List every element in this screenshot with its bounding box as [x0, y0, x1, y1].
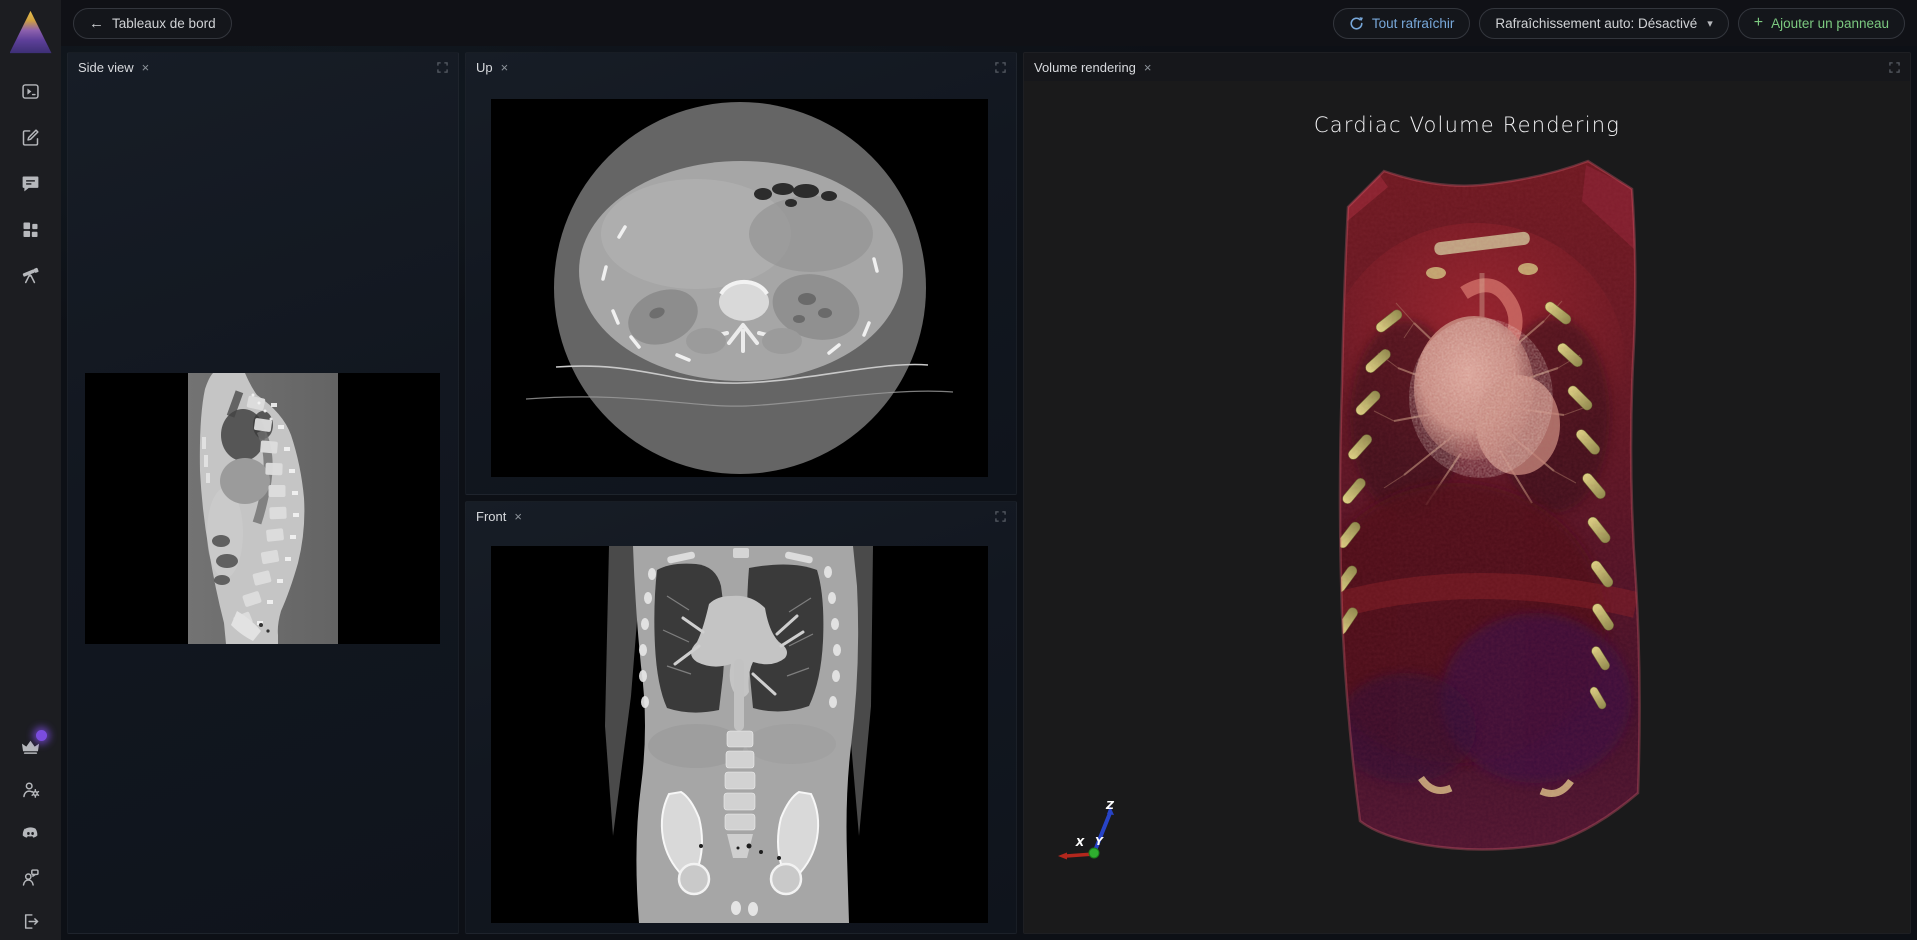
- sagittal-ct-image: [85, 373, 440, 644]
- panel-side-view-title[interactable]: Side view: [78, 60, 134, 75]
- panel-up-close-icon[interactable]: ×: [501, 61, 509, 74]
- user-settings-icon[interactable]: [20, 778, 42, 800]
- back-to-dashboards-button[interactable]: ← Tableaux de bord: [73, 8, 232, 39]
- add-panel-label: Ajouter un panneau: [1771, 16, 1889, 31]
- chevron-down-icon: ▾: [1707, 17, 1713, 30]
- sidebar-nav-top: [20, 80, 42, 286]
- orientation-axes-gizmo[interactable]: Z X Y: [1053, 796, 1123, 866]
- explore-telescope-icon[interactable]: [20, 264, 42, 286]
- refresh-all-label: Tout rafraîchir: [1372, 16, 1455, 31]
- axis-y-label: Y: [1095, 835, 1104, 848]
- up-viewport[interactable]: [491, 99, 988, 477]
- panel-volume-header: Volume rendering ×: [1024, 53, 1910, 81]
- panel-up-resize-icon[interactable]: [995, 62, 1006, 73]
- sidebar-nav-bottom: [0, 734, 61, 932]
- sidebar: [0, 0, 61, 940]
- medical-dashboard-app: ← Tableaux de bord Tout rafraîchir Rafra…: [0, 0, 1917, 940]
- add-panel-button[interactable]: + Ajouter un panneau: [1738, 8, 1905, 39]
- volume-rendering-image: [1286, 153, 1666, 853]
- volume-3d-viewport[interactable]: Cardiac Volume Rendering: [1024, 81, 1910, 933]
- support-chat-icon[interactable]: [20, 866, 42, 888]
- scene-title: Cardiac Volume Rendering: [1024, 113, 1910, 137]
- edit-icon[interactable]: [20, 126, 42, 148]
- dashboard-grid: Side view ×: [61, 46, 1917, 940]
- panel-volume-title[interactable]: Volume rendering: [1034, 60, 1136, 75]
- topbar: ← Tableaux de bord Tout rafraîchir Rafra…: [61, 0, 1917, 46]
- plus-icon: +: [1754, 15, 1763, 31]
- coronal-ct-image: [491, 546, 988, 923]
- axis-z-label: Z: [1105, 799, 1115, 812]
- auto-refresh-dropdown[interactable]: Rafraîchissement auto: Désactivé ▾: [1479, 8, 1728, 39]
- panel-side-view-header: Side view ×: [68, 53, 458, 81]
- middle-column: Up ×: [465, 52, 1017, 934]
- panel-up-header: Up ×: [466, 53, 1016, 81]
- panel-front-header: Front ×: [466, 502, 1016, 530]
- panel-up-title[interactable]: Up: [476, 60, 493, 75]
- crown-icon[interactable]: [20, 734, 42, 756]
- media-panel-icon[interactable]: [20, 80, 42, 102]
- panel-front: Front ×: [465, 501, 1017, 934]
- panel-side-view: Side view ×: [67, 52, 459, 934]
- panel-front-close-icon[interactable]: ×: [514, 510, 522, 523]
- back-button-label: Tableaux de bord: [112, 16, 216, 31]
- auto-refresh-label: Rafraîchissement auto: Désactivé: [1495, 16, 1697, 31]
- panel-front-title[interactable]: Front: [476, 509, 506, 524]
- axis-x-label: X: [1075, 836, 1085, 849]
- topbar-actions: Tout rafraîchir Rafraîchissement auto: D…: [1333, 8, 1905, 39]
- logout-icon[interactable]: [20, 910, 42, 932]
- arrow-left-icon: ←: [89, 16, 104, 31]
- panel-side-view-resize-icon[interactable]: [437, 62, 448, 73]
- refresh-icon: [1349, 16, 1364, 31]
- panel-side-view-close-icon[interactable]: ×: [142, 61, 150, 74]
- side-view-viewport[interactable]: [85, 373, 440, 644]
- apps-grid-icon[interactable]: [20, 218, 42, 240]
- pyramid-logo[interactable]: [10, 10, 52, 54]
- discord-icon[interactable]: [20, 822, 42, 844]
- panel-volume-close-icon[interactable]: ×: [1144, 61, 1152, 74]
- panel-front-resize-icon[interactable]: [995, 511, 1006, 522]
- axial-ct-image: [491, 99, 988, 477]
- chat-icon[interactable]: [20, 172, 42, 194]
- pyramid-logo-shape: [10, 10, 52, 54]
- crown-badge: [36, 730, 47, 741]
- panel-volume-resize-icon[interactable]: [1889, 62, 1900, 73]
- front-viewport[interactable]: [491, 546, 988, 923]
- panel-volume-rendering: Volume rendering × Cardiac Volume Render…: [1023, 52, 1911, 934]
- panel-up: Up ×: [465, 52, 1017, 495]
- refresh-all-button[interactable]: Tout rafraîchir: [1333, 8, 1471, 39]
